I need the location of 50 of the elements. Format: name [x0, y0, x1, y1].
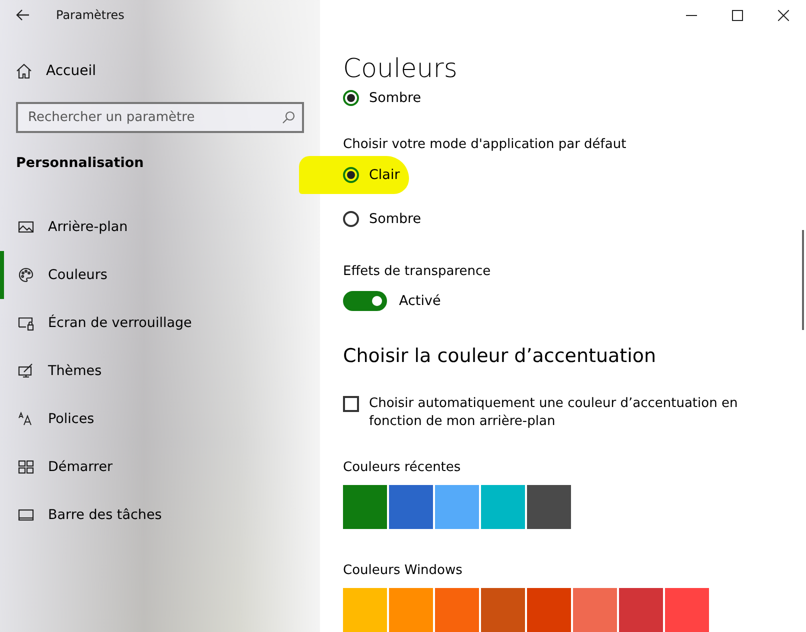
search-field[interactable]: Rechercher un paramètre — [16, 102, 304, 133]
home-icon — [16, 63, 32, 79]
nav-item[interactable]: Barre des tâches — [0, 491, 320, 539]
group-label: Couleurs récentes — [343, 460, 462, 475]
nav-item[interactable]: Arrière-plan — [0, 203, 320, 251]
brush-monitor-icon — [18, 363, 34, 379]
checkbox[interactable] — [343, 396, 359, 412]
checkbox-label: Choisir automatiquement une couleur d’accentuation en fonction de mon arrière-plan — [369, 395, 739, 431]
nav-item[interactable]: Couleurs — [0, 251, 320, 299]
nav-item[interactable]: Thèmes — [0, 347, 320, 395]
color-swatch[interactable] — [435, 485, 479, 529]
color-swatch[interactable] — [343, 485, 387, 529]
color-swatch[interactable] — [527, 485, 571, 529]
toggle-switch[interactable] — [343, 291, 387, 311]
fonts-icon — [18, 411, 34, 427]
color-swatch[interactable] — [481, 485, 525, 529]
scrollbar[interactable] — [802, 230, 804, 330]
color-swatch[interactable] — [481, 588, 525, 632]
close-icon — [778, 10, 788, 20]
radio-option[interactable]: Sombre — [343, 208, 422, 230]
color-swatch[interactable] — [573, 588, 617, 632]
color-swatch[interactable] — [389, 588, 433, 632]
group-label: Choisir votre mode d'application par défaut — [343, 137, 628, 152]
window-title: Paramètres — [56, 8, 124, 22]
home-link[interactable]: Accueil — [16, 56, 320, 86]
color-swatch[interactable] — [343, 588, 387, 632]
palette-icon — [18, 267, 34, 283]
color-swatch[interactable] — [665, 588, 709, 632]
color-swatch[interactable] — [527, 588, 571, 632]
back-arrow-icon[interactable] — [16, 9, 30, 21]
radio-option[interactable]: Clair — [343, 164, 400, 186]
color-swatch[interactable] — [389, 485, 433, 529]
nav-item[interactable]: Écran de verrouillage — [0, 299, 320, 347]
maximize-icon — [732, 10, 742, 20]
section-heading: Personnalisation — [16, 155, 145, 171]
radio-option[interactable]: Sombre — [343, 90, 422, 106]
nav-item[interactable]: Démarrer — [0, 443, 320, 491]
group-label: Couleurs Windows — [343, 563, 464, 578]
image-icon — [18, 219, 34, 235]
tiles-icon — [18, 459, 34, 475]
page-title: Couleurs — [343, 53, 458, 86]
color-swatch[interactable] — [619, 588, 663, 632]
group-label: Effets de transparence — [343, 264, 492, 279]
taskbar-icon — [18, 507, 34, 523]
toggle-state: Activé — [399, 293, 441, 309]
color-swatch[interactable] — [435, 588, 479, 632]
search-icon — [282, 111, 295, 124]
lock-screen-icon — [18, 315, 34, 331]
section-heading: Choisir la couleur d’accentuation — [343, 345, 658, 367]
nav-item[interactable]: Polices — [0, 395, 320, 443]
